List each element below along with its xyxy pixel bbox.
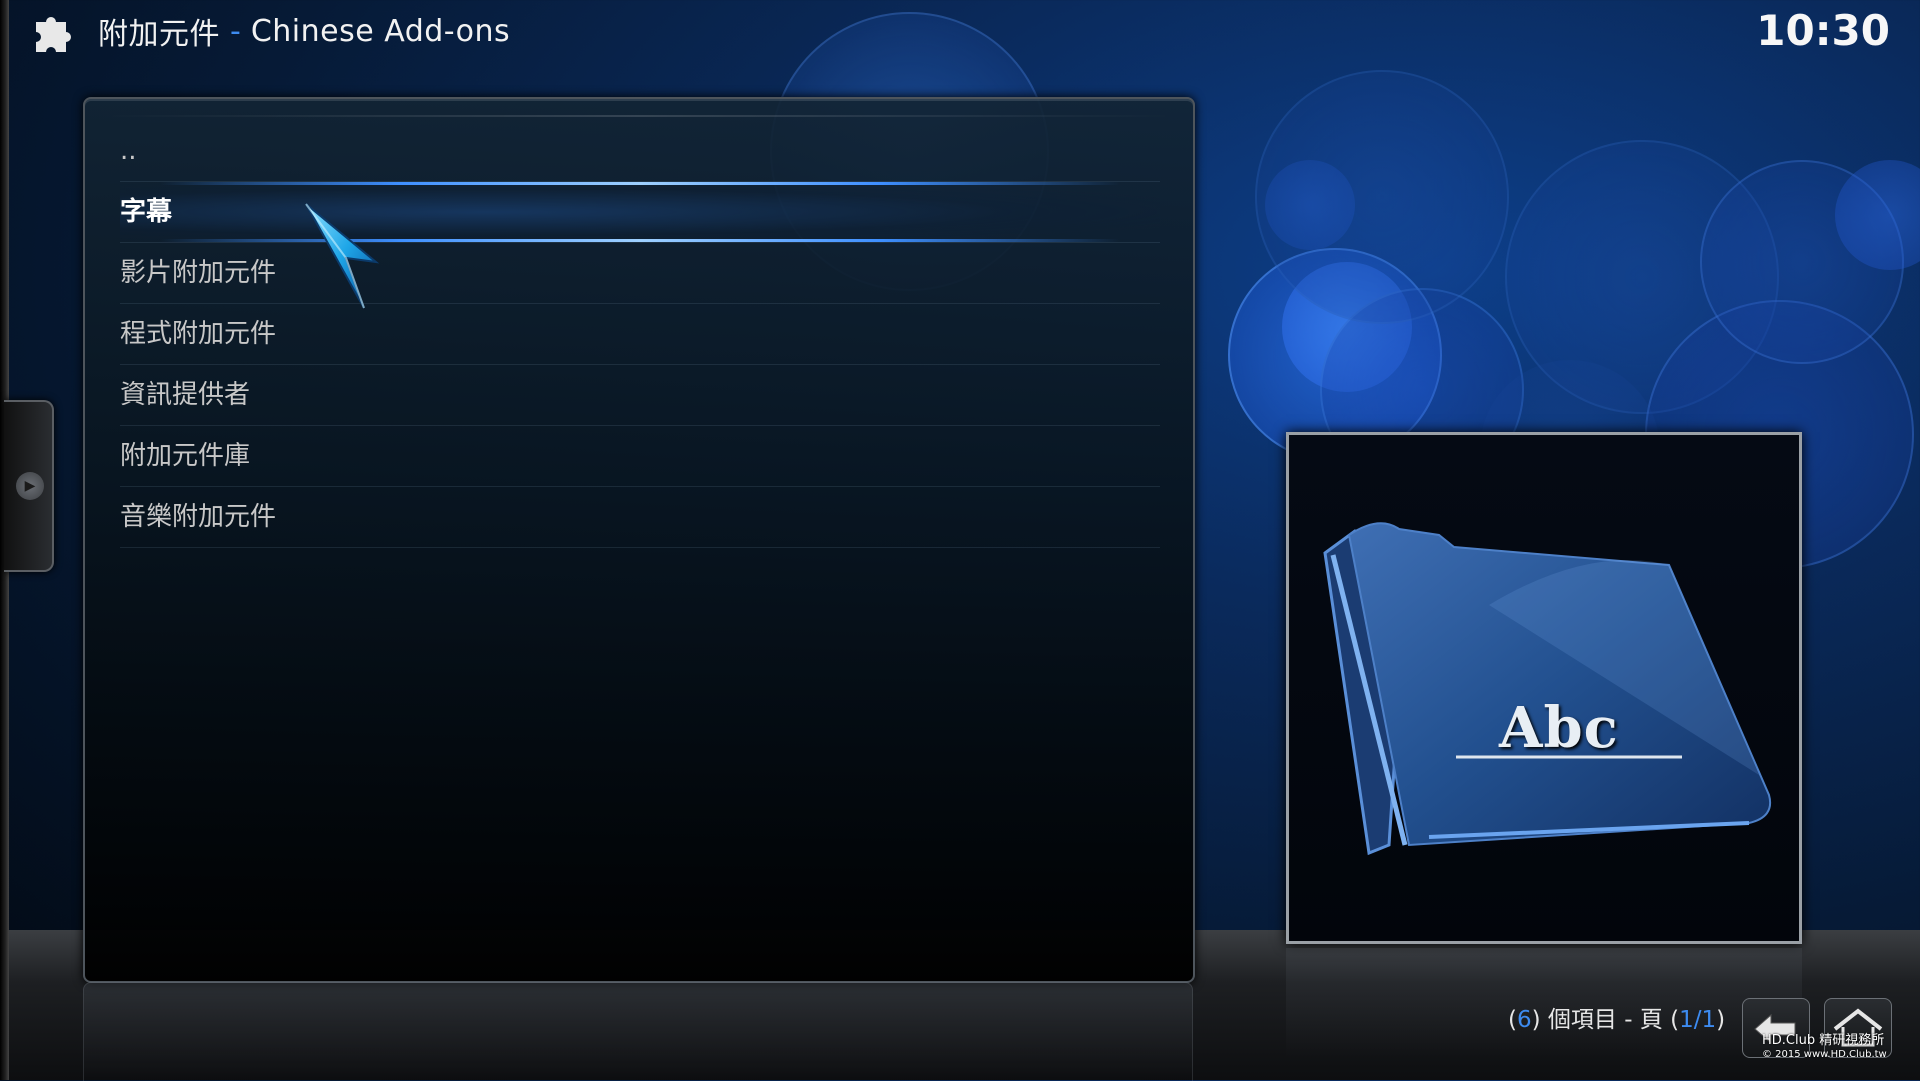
panel-reflection xyxy=(83,982,1193,1081)
item-count: 6 xyxy=(1516,1007,1532,1033)
bokeh-circle xyxy=(1835,160,1920,270)
item-count-info: (6) 個項目 - 頁 (1/1) xyxy=(1508,1000,1725,1034)
bokeh-circle xyxy=(1505,140,1779,414)
section-title: 附加元件 xyxy=(98,17,220,52)
list-item-addon-repositories[interactable]: 附加元件庫 xyxy=(120,426,1160,487)
addon-list-panel: .. 字幕 影片附加元件 程式附加元件 資訊提供者 附加元件庫 音樂附加元件 xyxy=(83,97,1195,983)
list-item-program-addons[interactable]: 程式附加元件 xyxy=(120,304,1160,365)
items-page-text: ) 個項目 - 頁 ( xyxy=(1531,1007,1680,1033)
page-indicator: 1/1 xyxy=(1679,1007,1717,1033)
close-paren: ) xyxy=(1716,1007,1726,1033)
mouse-pointer-icon xyxy=(305,203,380,309)
side-menu-arrow-icon[interactable]: ▶ xyxy=(16,472,44,500)
watermark: HD.Club 精研視務所 © 2015 www.HD.Club.tw xyxy=(1762,1034,1887,1062)
bokeh-circle xyxy=(1255,70,1509,324)
bokeh-circle xyxy=(1265,160,1355,250)
section-subtitle: Chinese Add-ons xyxy=(250,13,511,49)
title-separator: - xyxy=(230,13,241,49)
list-item-music-addons[interactable]: 音樂附加元件 xyxy=(120,487,1160,548)
list-item-subtitles[interactable]: 字幕 xyxy=(120,182,1160,243)
puzzle-piece-icon xyxy=(36,16,71,52)
addon-category-list: .. 字幕 影片附加元件 程式附加元件 資訊提供者 附加元件庫 音樂附加元件 xyxy=(120,121,1160,548)
thumbnail-frame: Abc xyxy=(1286,432,1802,944)
folder-label: Abc xyxy=(1499,695,1619,761)
clock: 10:30 xyxy=(1756,6,1890,55)
side-menu-tab[interactable]: ▶ xyxy=(4,400,54,572)
list-item-parent-folder[interactable]: .. xyxy=(120,121,1160,182)
list-item-video-addons[interactable]: 影片附加元件 xyxy=(120,243,1160,304)
bokeh-circle xyxy=(1700,160,1904,364)
open-paren: ( xyxy=(1508,1007,1517,1033)
header: 附加元件 - Chinese Add-ons xyxy=(28,6,510,56)
bokeh-circle xyxy=(1228,248,1442,462)
list-item-info-providers[interactable]: 資訊提供者 xyxy=(120,365,1160,426)
folder-icon xyxy=(1323,522,1771,856)
panel-highlight xyxy=(105,115,1173,117)
watermark-line2: © 2015 www.HD.Club.tw xyxy=(1762,1049,1887,1060)
watermark-line1: HD.Club 精研視務所 xyxy=(1762,1033,1885,1048)
bokeh-circle xyxy=(1282,262,1412,392)
